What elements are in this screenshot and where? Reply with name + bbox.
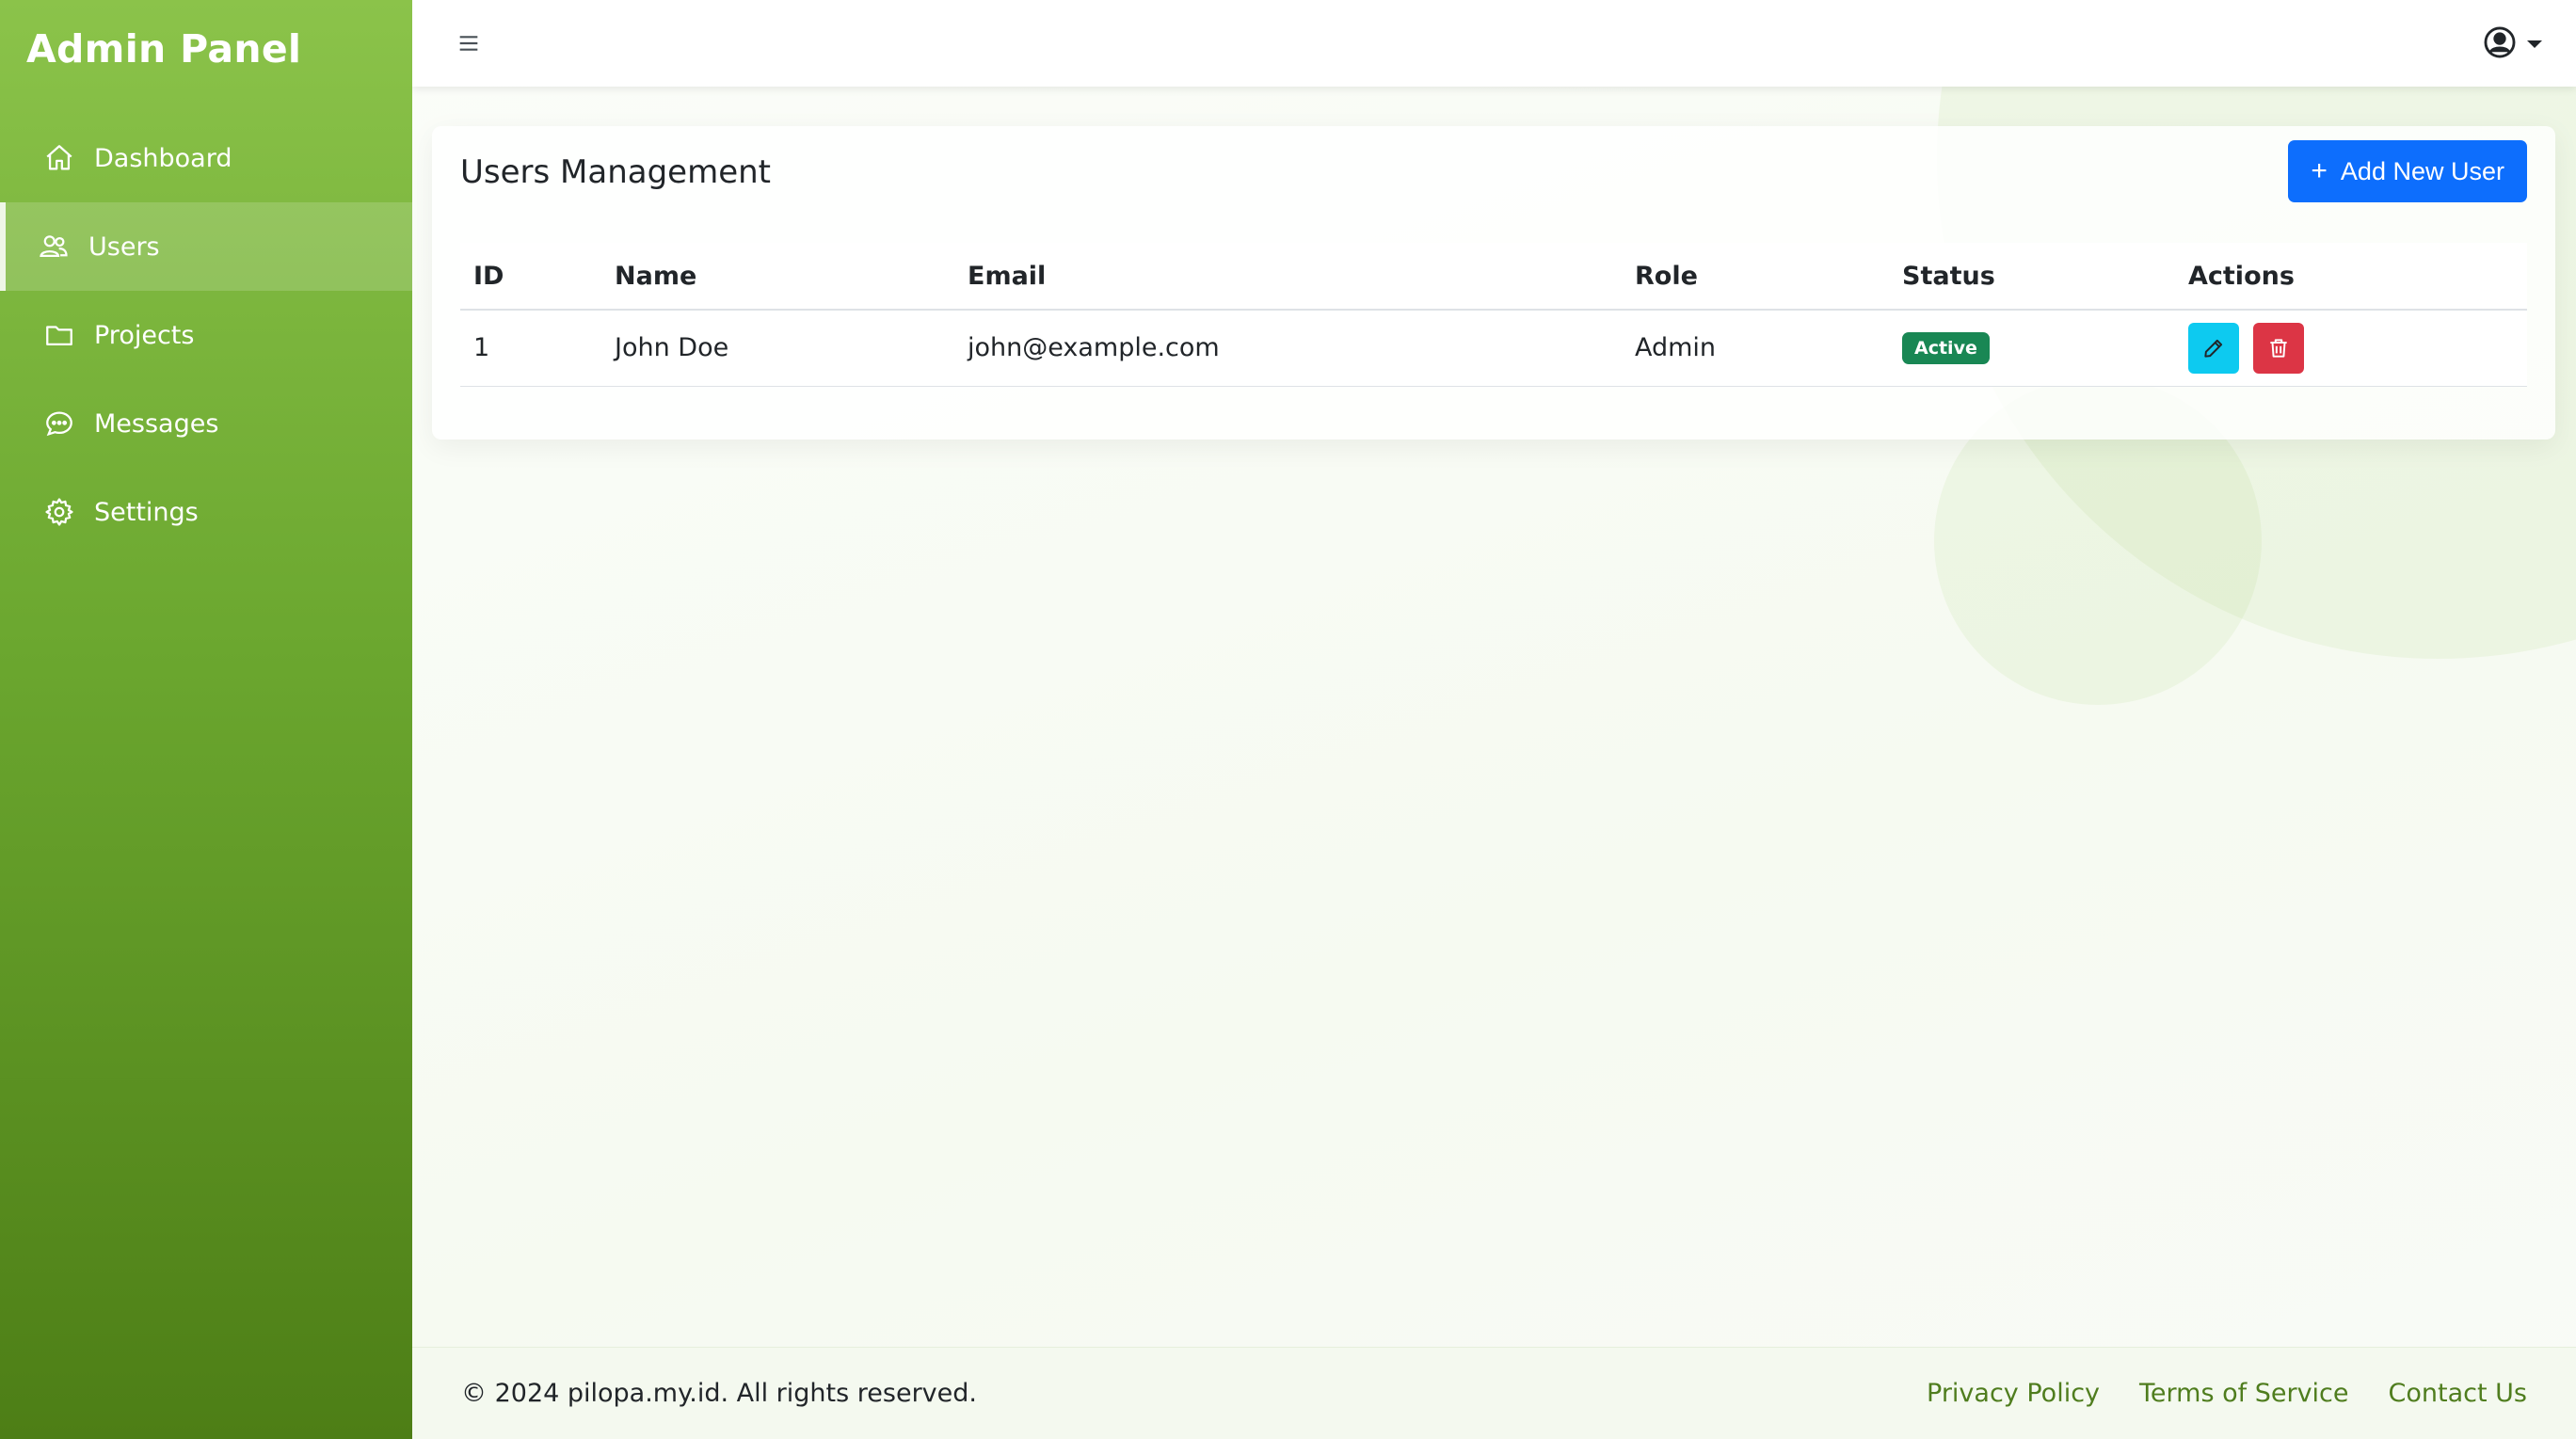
contact-us-link[interactable]: Contact Us xyxy=(2389,1379,2527,1408)
page-title: Users Management xyxy=(460,153,771,191)
status-badge: Active xyxy=(1902,332,1990,365)
sidebar-item-label: Messages xyxy=(94,408,219,439)
chevron-down-icon xyxy=(2527,40,2542,48)
folder-icon xyxy=(43,319,75,351)
footer-links: Privacy Policy Terms of Service Contact … xyxy=(1927,1379,2527,1408)
hamburger-icon[interactable] xyxy=(454,28,484,58)
cell-id: 1 xyxy=(460,310,601,387)
cell-role: Admin xyxy=(1622,310,1889,387)
table-header-row: ID Name Email Role Status Actions xyxy=(460,243,2527,311)
sidebar-item-label: Projects xyxy=(94,320,195,350)
sidebar-nav: Dashboard Users Projects Messages Settin… xyxy=(0,114,412,556)
cell-actions xyxy=(2175,310,2527,387)
user-circle-icon xyxy=(2482,24,2518,64)
terms-of-service-link[interactable]: Terms of Service xyxy=(2139,1379,2349,1408)
brand-title: Admin Panel xyxy=(26,26,302,72)
pencil-icon xyxy=(2204,339,2223,358)
users-icon xyxy=(38,231,70,263)
gear-icon xyxy=(43,496,75,528)
footer: © 2024 pilopa.my.id. All rights reserved… xyxy=(412,1347,2576,1439)
sidebar-item-messages[interactable]: Messages xyxy=(0,379,412,468)
sidebar-item-label: Dashboard xyxy=(94,143,232,173)
add-user-button[interactable]: + Add New User xyxy=(2288,140,2527,202)
cell-status: Active xyxy=(1889,310,2175,387)
column-header-name: Name xyxy=(601,243,954,311)
sidebar-item-projects[interactable]: Projects xyxy=(0,291,412,379)
sidebar-item-label: Users xyxy=(88,232,160,262)
column-header-role: Role xyxy=(1622,243,1889,311)
cell-name: John Doe xyxy=(601,310,954,387)
sidebar: Admin Panel Dashboard Users Projects Mes… xyxy=(0,0,412,1439)
edit-button[interactable] xyxy=(2188,322,2239,374)
sidebar-item-users[interactable]: Users xyxy=(0,202,412,291)
column-header-id: ID xyxy=(460,243,601,311)
delete-button[interactable] xyxy=(2252,322,2304,374)
app-root: Admin Panel Dashboard Users Projects Mes… xyxy=(0,0,2576,1439)
column-header-email: Email xyxy=(954,243,1622,311)
users-card: Users Management + Add New User ID Name … xyxy=(432,126,2555,440)
cell-email: john@example.com xyxy=(954,310,1622,387)
main-area: Users Management + Add New User ID Name … xyxy=(412,0,2576,1439)
sidebar-item-label: Settings xyxy=(94,497,199,527)
home-icon xyxy=(43,142,75,174)
column-header-status: Status xyxy=(1889,243,2175,311)
privacy-policy-link[interactable]: Privacy Policy xyxy=(1927,1379,2100,1408)
chat-icon xyxy=(43,408,75,440)
table-row: 1 John Doe john@example.com Admin Active xyxy=(460,310,2527,387)
sidebar-item-dashboard[interactable]: Dashboard xyxy=(0,114,412,202)
plus-icon: + xyxy=(2311,155,2328,186)
users-table: ID Name Email Role Status Actions 1 John… xyxy=(460,243,2527,387)
column-header-actions: Actions xyxy=(2175,243,2527,311)
user-menu-toggle[interactable] xyxy=(2482,24,2542,64)
trash-icon xyxy=(2269,339,2287,358)
sidebar-item-settings[interactable]: Settings xyxy=(0,468,412,556)
copyright-text: © 2024 pilopa.my.id. All rights reserved… xyxy=(461,1379,977,1408)
topbar xyxy=(412,0,2576,87)
add-user-label: Add New User xyxy=(2340,156,2504,185)
